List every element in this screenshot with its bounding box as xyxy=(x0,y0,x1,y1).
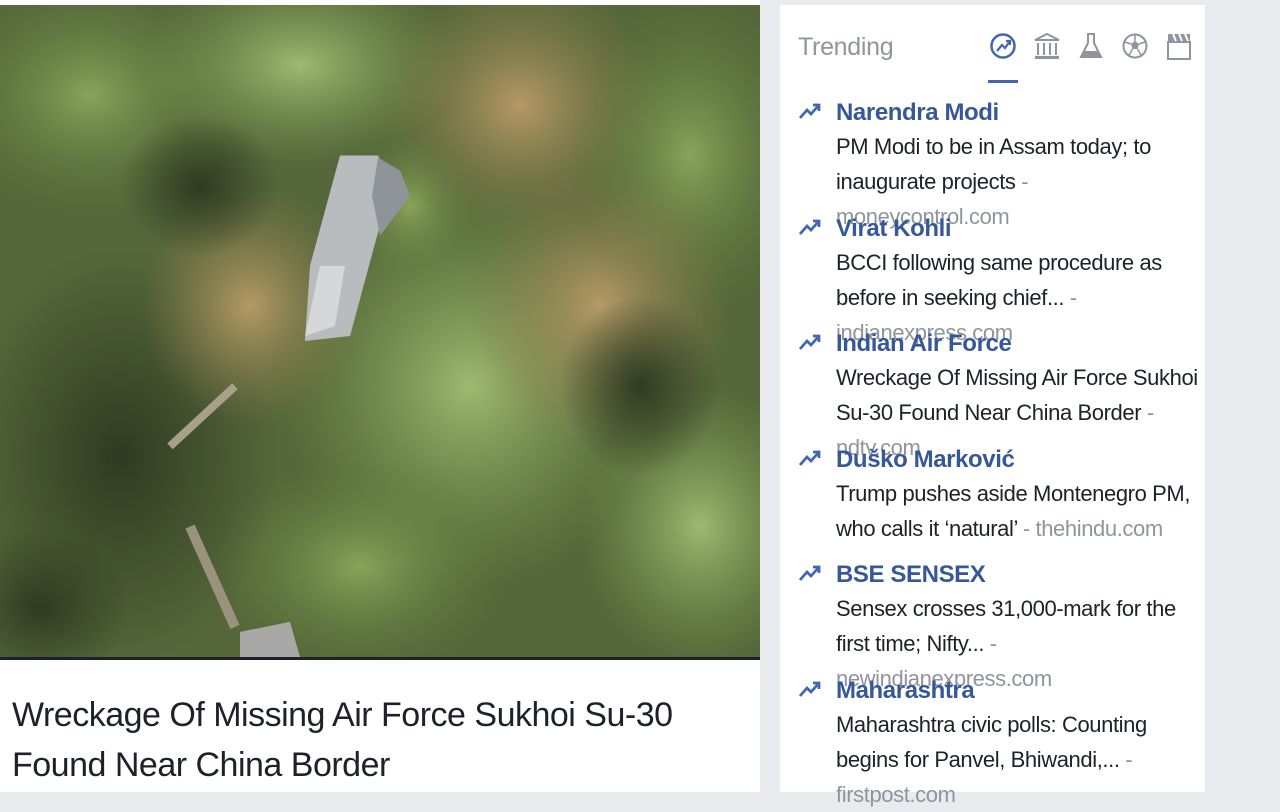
trending-up-icon[interactable] xyxy=(988,31,1018,83)
feed-gutter xyxy=(760,0,780,792)
topic-source: - thehindu.com xyxy=(1017,516,1163,541)
story-headline[interactable]: Wreckage Of Missing Air Force Sukhoi Su-… xyxy=(12,690,742,790)
source-separator: - xyxy=(1119,746,1133,772)
trending-topic-item[interactable]: BSE SENSEX Sensex crosses 31,000-mark fo… xyxy=(798,559,1198,691)
trending-topic-item[interactable]: Virat Kohli BCCI following same procedur… xyxy=(798,213,1198,345)
trending-topic-name[interactable]: BSE SENSEX xyxy=(836,559,1198,591)
topic-headline: Sensex crosses 31,000-mark for the first… xyxy=(836,596,1176,656)
entertainment-clapper-icon[interactable] xyxy=(1166,31,1192,71)
trending-topic-item[interactable]: Duško Marković Trump pushes aside Monten… xyxy=(798,444,1198,560)
topic-headline: PM Modi to be in Assam today; to inaugur… xyxy=(836,134,1151,194)
politics-building-icon[interactable] xyxy=(1034,31,1060,71)
trending-panel: Trending Narendra Modi PM Modi to be in … xyxy=(780,5,1205,807)
source-separator: - xyxy=(1015,169,1029,194)
topic-headline: Maharashtra civic polls: Counting begins… xyxy=(836,711,1147,772)
trending-topic-name[interactable]: Maharashtra xyxy=(836,675,1198,707)
source-separator: - xyxy=(1064,284,1077,310)
topic-headline: BCCI following same procedure as before … xyxy=(836,249,1162,310)
trending-topic-item[interactable]: Maharashtra Maharashtra civic polls: Cou… xyxy=(798,675,1198,807)
trending-topic-name[interactable]: Indian Air Force xyxy=(836,328,1198,360)
trending-arrow-icon xyxy=(798,565,821,581)
source-separator: - xyxy=(1141,400,1154,425)
trending-topic-name[interactable]: Narendra Modi xyxy=(836,97,1198,129)
trending-arrow-icon xyxy=(798,681,821,697)
sports-ball-icon[interactable] xyxy=(1122,31,1148,71)
trending-topic-name[interactable]: Virat Kohli xyxy=(836,213,1198,245)
trending-topic-description[interactable]: Trump pushes aside Montenegro PM, who ca… xyxy=(836,476,1198,546)
trending-title: Trending xyxy=(798,33,894,61)
science-flask-icon[interactable] xyxy=(1078,31,1104,71)
trending-topic-item[interactable]: Indian Air Force Wreckage Of Missing Air… xyxy=(798,328,1198,460)
source-separator: - xyxy=(984,631,997,656)
source-separator: - xyxy=(1017,515,1036,541)
trending-topics-list: Narendra Modi PM Modi to be in Assam tod… xyxy=(798,97,1198,807)
source-domain: firstpost.com xyxy=(836,781,956,807)
aerial-forest-wreckage-photo xyxy=(0,5,760,657)
story-photo[interactable] xyxy=(0,5,760,660)
story-card[interactable]: Wreckage Of Missing Air Force Sukhoi Su-… xyxy=(0,0,760,792)
trending-category-tabs xyxy=(988,31,1192,83)
trending-arrow-icon xyxy=(798,334,821,350)
trending-arrow-icon xyxy=(798,103,821,119)
trending-arrow-icon xyxy=(798,219,821,235)
trending-topic-description[interactable]: Maharashtra civic polls: Counting begins… xyxy=(836,707,1198,812)
trending-arrow-icon xyxy=(798,450,821,466)
trending-topic-item[interactable]: Narendra Modi PM Modi to be in Assam tod… xyxy=(798,97,1198,229)
trending-topic-name[interactable]: Duško Marković xyxy=(836,444,1198,476)
source-domain: thehindu.com xyxy=(1035,515,1164,541)
